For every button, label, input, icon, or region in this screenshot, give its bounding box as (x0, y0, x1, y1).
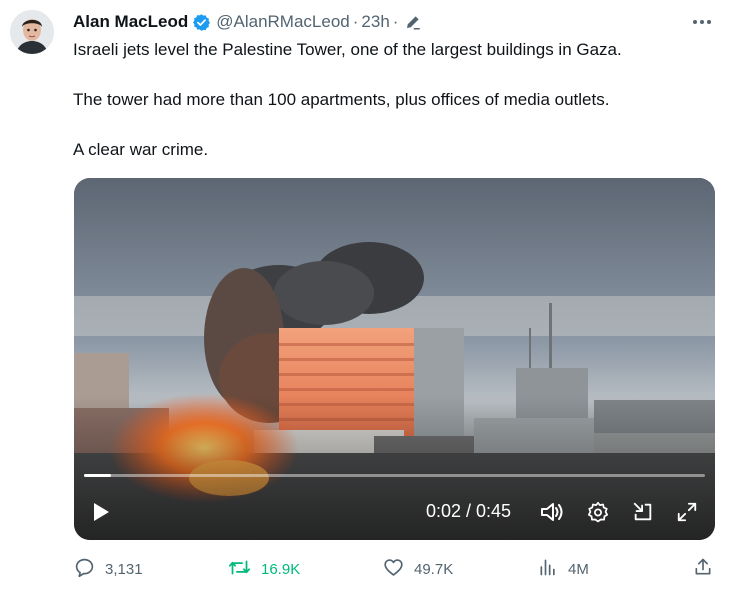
video-progress-bar[interactable] (84, 474, 705, 477)
reply-count: 3,131 (105, 560, 143, 578)
fullscreen-icon[interactable] (674, 500, 700, 524)
repost-count: 16.9K (261, 560, 301, 578)
header-separator-2: · (392, 12, 399, 31)
share-icon (693, 557, 713, 581)
author-name[interactable]: Alan MacLeod (73, 12, 188, 32)
volume-icon[interactable] (538, 500, 566, 524)
repost-icon (228, 557, 251, 582)
header-separator: · (352, 12, 359, 31)
play-icon[interactable] (88, 500, 114, 524)
views-button[interactable]: 4M (538, 555, 589, 583)
video-progress-fill (84, 474, 112, 477)
tweet: Alan MacLeod @AlanRMacLeod · 23h · Israe… (0, 0, 736, 589)
author-handle[interactable]: @AlanRMacLeod (216, 12, 350, 32)
share-button[interactable] (693, 555, 713, 583)
like-button[interactable]: 49.7K (383, 555, 453, 583)
video-frame (74, 178, 715, 540)
minimize-icon[interactable] (630, 500, 656, 524)
avatar[interactable] (10, 10, 54, 54)
tweet-timestamp[interactable]: 23h (361, 12, 389, 32)
repost-button[interactable]: 16.9K (228, 555, 300, 583)
reply-button[interactable]: 3,131 (74, 555, 143, 583)
verified-badge-icon (192, 13, 211, 32)
views-count: 4M (568, 560, 589, 578)
tweet-header: Alan MacLeod @AlanRMacLeod · 23h · (73, 10, 422, 34)
tweet-text-line-1: Israeli jets level the Palestine Tower, … (73, 40, 622, 59)
tweet-text-line-3: A clear war crime. (73, 140, 209, 159)
edit-pencil-icon[interactable] (404, 13, 422, 31)
video-player[interactable]: 0:02 / 0:45 (74, 178, 715, 540)
tweet-text-line-2: The tower had more than 100 apartments, … (73, 90, 610, 109)
tweet-actions: 3,131 16.9K 49.7K 4M (0, 555, 736, 583)
views-icon (538, 557, 558, 581)
like-icon (383, 557, 404, 582)
video-timecode: 0:02 / 0:45 (426, 501, 512, 521)
settings-icon[interactable] (585, 500, 611, 524)
reply-icon (74, 557, 95, 582)
more-icon[interactable] (690, 10, 714, 34)
like-count: 49.7K (414, 560, 454, 578)
